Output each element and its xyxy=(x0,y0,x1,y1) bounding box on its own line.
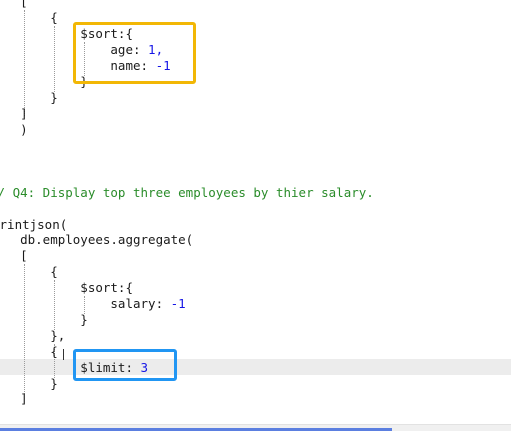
code-text: salary: xyxy=(0,296,171,311)
salary-value: -1 xyxy=(170,296,186,311)
code-line: ) xyxy=(20,122,28,137)
code-line: [ xyxy=(20,248,28,263)
code-line: { xyxy=(50,10,58,25)
code-line: { xyxy=(50,264,58,279)
code-line: salary: -1 xyxy=(0,296,186,312)
code-line: ] xyxy=(20,106,28,121)
sort-highlight-box xyxy=(73,22,196,84)
text-cursor xyxy=(63,349,64,360)
code-line: [ xyxy=(20,0,28,9)
limit-highlight-box xyxy=(73,349,177,381)
code-line: { xyxy=(50,344,58,359)
code-line: }, xyxy=(50,328,66,343)
code-line: } xyxy=(80,312,88,327)
code-line: db.employees.aggregate( xyxy=(0,232,194,247)
code-line: $sort:{ xyxy=(0,280,133,295)
code-line: } xyxy=(50,90,58,105)
comment-line: // Q4: Display top three employees by th… xyxy=(0,185,374,200)
code-line: printjson( xyxy=(0,217,68,232)
code-line: } xyxy=(50,376,58,391)
code-editor[interactable]: [ { $sort:{ age: 1, name: -1 } } ] ) // … xyxy=(0,0,511,431)
code-line: ] xyxy=(20,391,28,406)
